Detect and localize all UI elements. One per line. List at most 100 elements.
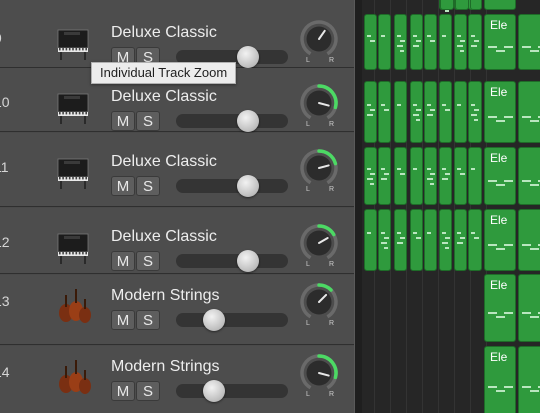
- midi-region[interactable]: [468, 81, 482, 143]
- solo-button[interactable]: S: [136, 176, 160, 196]
- volume-slider[interactable]: [176, 250, 288, 272]
- midi-region[interactable]: [424, 147, 437, 205]
- midi-region[interactable]: [455, 0, 469, 10]
- midi-region[interactable]: [378, 14, 391, 70]
- piano-icon[interactable]: [54, 151, 94, 191]
- midi-region[interactable]: [440, 0, 454, 10]
- track-name[interactable]: Deluxe Classic: [111, 24, 217, 42]
- midi-region[interactable]: [364, 14, 377, 70]
- midi-note: [522, 385, 531, 388]
- midi-region[interactable]: Ele: [484, 81, 516, 143]
- track-name[interactable]: Deluxe Classic: [111, 153, 217, 171]
- midi-region[interactable]: [424, 14, 437, 70]
- mute-button[interactable]: M: [111, 111, 135, 131]
- midi-note: [416, 118, 420, 121]
- midi-region[interactable]: [518, 81, 540, 143]
- midi-region[interactable]: [518, 346, 540, 413]
- mute-button[interactable]: M: [111, 381, 135, 401]
- strings-icon[interactable]: [54, 285, 94, 325]
- midi-region[interactable]: [468, 147, 482, 205]
- track-header[interactable]: 13 Modern Strings M S L R: [0, 275, 354, 345]
- midi-region[interactable]: [439, 147, 452, 205]
- midi-region[interactable]: [454, 147, 467, 205]
- midi-region[interactable]: [394, 14, 407, 70]
- midi-region[interactable]: [454, 14, 467, 70]
- midi-region[interactable]: [439, 14, 452, 70]
- midi-region[interactable]: [468, 14, 482, 70]
- midi-region[interactable]: [394, 147, 407, 205]
- midi-region[interactable]: [518, 209, 540, 271]
- volume-slider-thumb[interactable]: [236, 46, 259, 68]
- pan-knob[interactable]: [298, 18, 340, 60]
- midi-region[interactable]: [439, 81, 452, 143]
- midi-region[interactable]: [470, 0, 482, 10]
- volume-slider-thumb[interactable]: [236, 250, 259, 272]
- piano-icon[interactable]: [54, 226, 94, 266]
- midi-region[interactable]: [378, 147, 391, 205]
- track-header[interactable]: 12 Deluxe Classic M S L R: [0, 208, 354, 274]
- midi-note: [474, 39, 479, 42]
- track-name[interactable]: Deluxe Classic: [111, 228, 217, 246]
- midi-region[interactable]: [364, 147, 377, 205]
- midi-note: [367, 113, 373, 116]
- midi-region[interactable]: Ele: [484, 147, 516, 205]
- midi-region[interactable]: [468, 209, 482, 271]
- midi-region[interactable]: [454, 209, 467, 271]
- midi-region[interactable]: Ele: [484, 14, 516, 70]
- mute-button[interactable]: M: [111, 176, 135, 196]
- track-name[interactable]: Modern Strings: [111, 287, 220, 305]
- volume-slider[interactable]: [176, 380, 288, 402]
- piano-icon[interactable]: [54, 86, 94, 126]
- piano-icon[interactable]: [54, 22, 94, 62]
- midi-region[interactable]: [378, 209, 391, 271]
- midi-region[interactable]: [364, 81, 377, 143]
- solo-button[interactable]: S: [136, 310, 160, 330]
- midi-region[interactable]: [378, 81, 391, 143]
- pan-knob[interactable]: [298, 82, 340, 124]
- volume-slider-thumb[interactable]: [203, 309, 226, 331]
- strings-icon[interactable]: [54, 356, 94, 396]
- midi-region[interactable]: [410, 147, 423, 205]
- midi-region[interactable]: Ele: [484, 274, 516, 342]
- midi-region[interactable]: [394, 209, 407, 271]
- solo-button[interactable]: S: [136, 251, 160, 271]
- track-header-divider[interactable]: [354, 0, 362, 413]
- midi-region[interactable]: [410, 209, 423, 271]
- midi-note: [384, 246, 388, 249]
- midi-region[interactable]: Ele: [484, 346, 516, 413]
- midi-region[interactable]: [424, 209, 437, 271]
- track-name[interactable]: Modern Strings: [111, 358, 220, 376]
- volume-slider-thumb[interactable]: [203, 380, 226, 402]
- midi-region[interactable]: [410, 81, 423, 143]
- midi-region[interactable]: [439, 209, 452, 271]
- track-header[interactable]: 9 Deluxe Classic M S L R: [0, 0, 354, 68]
- volume-slider-thumb[interactable]: [236, 175, 259, 197]
- midi-region[interactable]: [410, 14, 423, 70]
- midi-region[interactable]: Ele: [484, 209, 516, 271]
- pan-knob[interactable]: [298, 222, 340, 264]
- pan-knob[interactable]: [298, 281, 340, 323]
- solo-button[interactable]: S: [136, 381, 160, 401]
- midi-region[interactable]: [518, 147, 540, 205]
- track-name[interactable]: Deluxe Classic: [111, 88, 217, 106]
- mute-button[interactable]: M: [111, 251, 135, 271]
- solo-button[interactable]: S: [136, 111, 160, 131]
- midi-region[interactable]: [394, 81, 407, 143]
- volume-slider[interactable]: [176, 309, 288, 331]
- volume-slider[interactable]: [176, 110, 288, 132]
- volume-slider[interactable]: [176, 175, 288, 197]
- midi-region[interactable]: [484, 0, 516, 10]
- midi-region[interactable]: [518, 274, 540, 342]
- mute-button[interactable]: M: [111, 310, 135, 330]
- track-header[interactable]: 14 Modern Strings M S L R: [0, 346, 354, 413]
- arrange-area[interactable]: Ele Ele Ele Ele Ele Ele: [362, 0, 540, 413]
- volume-slider-thumb[interactable]: [236, 110, 259, 132]
- midi-region[interactable]: [424, 81, 437, 143]
- pan-knob[interactable]: [298, 352, 340, 394]
- midi-region[interactable]: [364, 209, 377, 271]
- track-header[interactable]: 11 Deluxe Classic M S L R: [0, 133, 354, 207]
- midi-region[interactable]: [454, 81, 467, 143]
- pan-left-label: L: [306, 121, 310, 128]
- pan-knob[interactable]: [298, 147, 340, 189]
- midi-region[interactable]: [518, 14, 540, 70]
